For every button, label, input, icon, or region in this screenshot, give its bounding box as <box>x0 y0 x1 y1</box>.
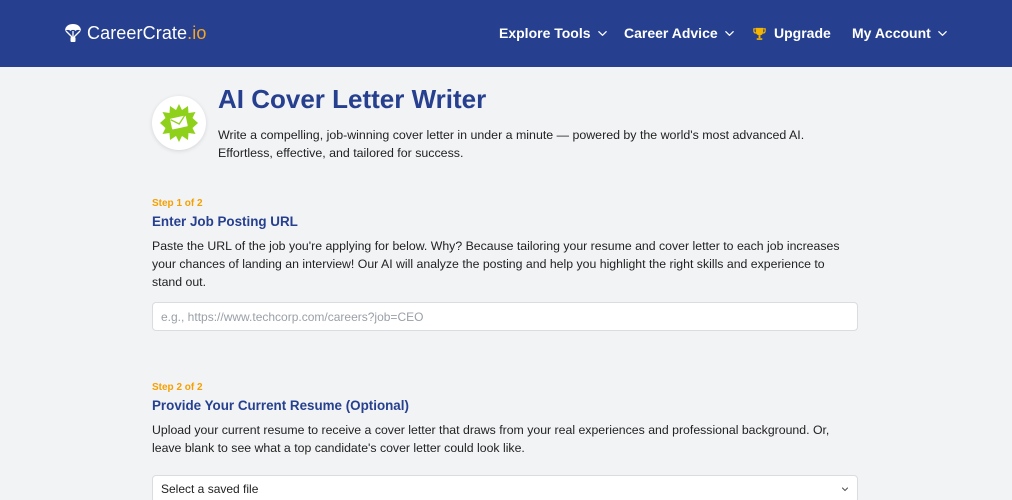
nav-upgrade-label: Upgrade <box>774 25 831 41</box>
nav-upgrade[interactable]: Upgrade <box>752 22 831 44</box>
envelope-badge-icon <box>160 104 198 142</box>
step-1-label: Step 1 of 2 <box>152 198 203 209</box>
nav-my-account[interactable]: My Account <box>852 22 948 44</box>
chevron-down-icon <box>841 487 849 492</box>
chevron-down-icon <box>597 30 607 36</box>
trophy-icon <box>753 27 766 40</box>
brand-logo-link[interactable]: CareerCrate.io <box>64 21 206 45</box>
step-2-heading: Provide Your Current Resume (Optional) <box>152 398 409 413</box>
saved-file-select[interactable]: Select a saved file <box>152 475 858 500</box>
tool-logo <box>152 96 206 150</box>
chevron-down-icon <box>724 30 734 36</box>
nav-explore-tools[interactable]: Explore Tools <box>499 22 608 44</box>
brand-name-tld: .io <box>187 22 207 43</box>
job-url-input[interactable] <box>152 302 858 331</box>
nav-career-advice-label: Career Advice <box>624 25 718 41</box>
nav-explore-tools-label: Explore Tools <box>499 25 591 41</box>
nav-my-account-label: My Account <box>852 25 931 41</box>
parachute-icon <box>65 24 81 42</box>
page-title: AI Cover Letter Writer <box>218 84 487 114</box>
chevron-down-icon <box>938 30 947 36</box>
step-1-heading: Enter Job Posting URL <box>152 214 298 229</box>
saved-file-select-value: Select a saved file <box>161 482 259 496</box>
nav-career-advice[interactable]: Career Advice <box>624 22 735 44</box>
brand-name: CareerCrate.io <box>87 23 206 44</box>
step-1-description: Paste the URL of the job you're applying… <box>152 239 840 289</box>
step-2-description: Upload your current resume to receive a … <box>152 423 830 455</box>
brand-name-main: CareerCrate <box>87 22 188 43</box>
step-2-label: Step 2 of 2 <box>152 382 203 393</box>
top-navigation-bar: CareerCrate.io Explore Tools Career Advi… <box>0 0 1012 67</box>
page-subtitle: Write a compelling, job-winning cover le… <box>218 128 805 160</box>
